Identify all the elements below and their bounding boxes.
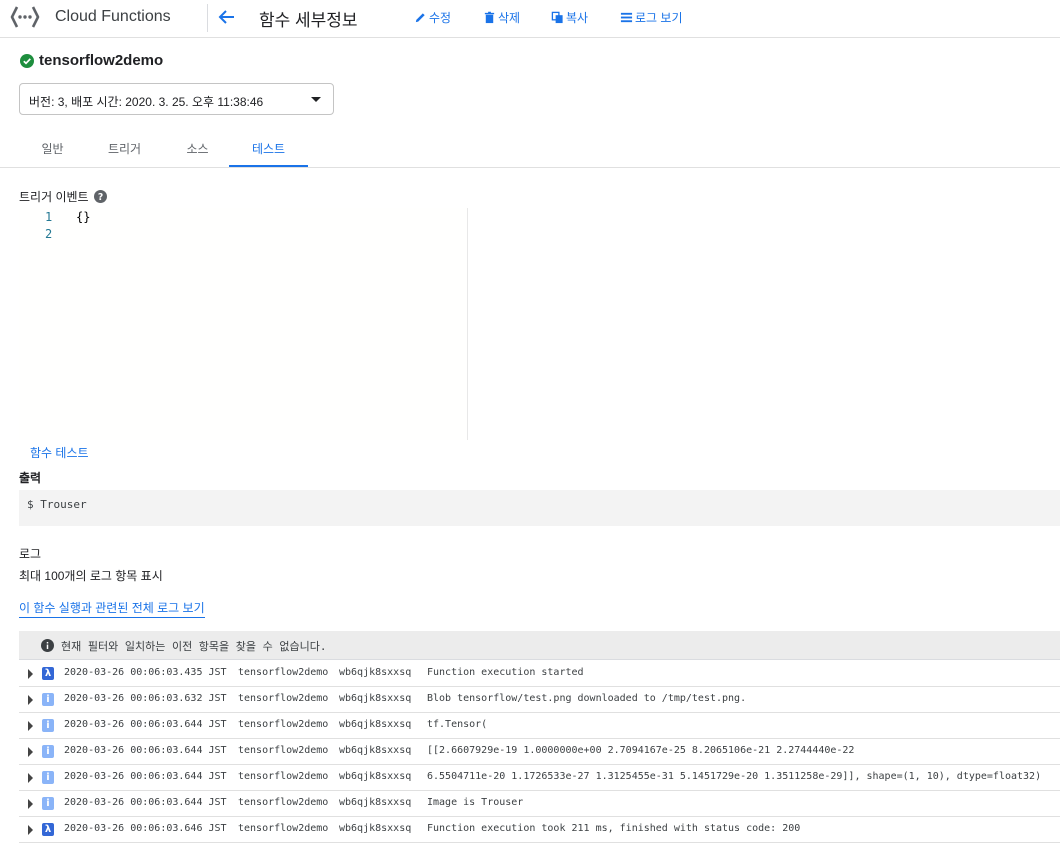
- log-execution-id: wb6qjk8sxxsq: [339, 719, 412, 730]
- log-execution-id: wb6qjk8sxxsq: [339, 745, 412, 756]
- log-row[interactable]: i 2020-03-26 00:06:03.644 JST tensorflow2d…: [19, 765, 1060, 791]
- output-text: $ Trouser: [27, 498, 87, 511]
- trigger-event-editor[interactable]: 1 2 {}: [19, 208, 468, 440]
- log-row[interactable]: i 2020-03-26 00:06:03.644 JST tensorflow2d…: [19, 713, 1060, 739]
- log-row[interactable]: λ 2020-03-26 00:06:03.435 JST tensorflow2d…: [19, 661, 1060, 687]
- log-panel: 현재 필터와 일치하는 이전 항목을 찾을 수 없습니다. λ 2020-03-2…: [19, 631, 1060, 844]
- log-execution-id: wb6qjk8sxxsq: [339, 797, 412, 808]
- line-number: 1: [45, 210, 53, 224]
- info-severity-icon: i: [42, 797, 54, 810]
- pencil-icon: [415, 12, 425, 22]
- copy-button-label: 복사: [566, 10, 589, 25]
- expand-arrow-icon[interactable]: [28, 669, 33, 679]
- log-message: [[2.6607929e-19 1.0000000e+00 2.7094167e…: [427, 745, 855, 756]
- trigger-event-label: 트리거 이벤트: [19, 190, 89, 204]
- tab-general[interactable]: 일반: [20, 133, 85, 167]
- log-timestamp: 2020-03-26 00:06:03.646 JST: [64, 823, 227, 834]
- check-circle-icon: [20, 53, 34, 68]
- log-row[interactable]: i 2020-03-26 00:06:03.632 JST tensorflow2d…: [19, 687, 1060, 713]
- log-notice-text: 현재 필터와 일치하는 이전 항목을 찾을 수 없습니다.: [61, 640, 327, 653]
- expand-arrow-icon[interactable]: [28, 721, 33, 731]
- log-message: 6.5504711e-20 1.1726533e-27 1.3125455e-3…: [427, 771, 1042, 782]
- tab-test[interactable]: 테스트: [229, 133, 308, 167]
- caret-down-icon: [311, 97, 321, 102]
- log-timestamp: 2020-03-26 00:06:03.644 JST: [64, 797, 227, 808]
- lambda-severity-icon: λ: [42, 667, 54, 680]
- line-number: 2: [45, 227, 53, 241]
- info-severity-icon: i: [42, 719, 54, 732]
- help-icon[interactable]: ?: [93, 190, 107, 203]
- log-message: Image is Trouser: [427, 797, 524, 808]
- back-arrow-icon[interactable]: [214, 4, 240, 30]
- list-icon: [620, 12, 633, 22]
- log-function-name: tensorflow2demo: [238, 719, 329, 730]
- expand-arrow-icon[interactable]: [28, 773, 33, 783]
- log-message: tf.Tensor(: [427, 719, 488, 730]
- info-severity-icon: i: [42, 771, 54, 784]
- log-function-name: tensorflow2demo: [238, 693, 329, 704]
- log-function-name: tensorflow2demo: [238, 823, 329, 834]
- output-label: 출력: [19, 471, 42, 485]
- log-timestamp: 2020-03-26 00:06:03.644 JST: [64, 719, 227, 730]
- log-timestamp: 2020-03-26 00:06:03.644 JST: [64, 745, 227, 756]
- page-title: 함수 세부정보: [259, 11, 358, 30]
- view-logs-button[interactable]: 로그 보기: [620, 8, 683, 26]
- version-select[interactable]: 버전: 3, 배포 시간: 2020. 3. 25. 오후 11:38:46: [19, 83, 334, 115]
- log-message: Blob tensorflow/test.png downloaded to /…: [427, 693, 747, 704]
- expand-arrow-icon[interactable]: [28, 799, 33, 809]
- delete-button-label: 삭제: [498, 10, 521, 25]
- log-execution-id: wb6qjk8sxxsq: [339, 771, 412, 782]
- tab-source[interactable]: 소스: [165, 133, 230, 167]
- svg-text:?: ?: [97, 192, 102, 203]
- log-row[interactable]: i 2020-03-26 00:06:03.644 JST tensorflow2d…: [19, 739, 1060, 765]
- info-severity-icon: i: [42, 693, 54, 706]
- expand-arrow-icon[interactable]: [28, 825, 33, 835]
- function-name-row: tensorflow2demo: [20, 52, 163, 69]
- copy-button[interactable]: 복사: [551, 8, 588, 26]
- tab-bar: 일반 트리거 소스 테스트: [0, 133, 1060, 168]
- log-timestamp: 2020-03-26 00:06:03.435 JST: [64, 667, 227, 678]
- cloud-functions-logo[interactable]: [10, 4, 40, 30]
- info-severity-icon: i: [42, 745, 54, 758]
- log-timestamp: 2020-03-26 00:06:03.644 JST: [64, 771, 227, 782]
- log-row[interactable]: λ 2020-03-26 00:06:03.646 JST tensorflow2d…: [19, 817, 1060, 843]
- edit-button-label: 수정: [429, 10, 452, 25]
- info-icon: [41, 639, 54, 652]
- view-all-logs-link[interactable]: 이 함수 실행과 관련된 전체 로그 보기: [19, 599, 205, 618]
- logs-subtitle: 최대 100개의 로그 항목 표시: [19, 569, 163, 583]
- function-name: tensorflow2demo: [39, 52, 164, 69]
- log-timestamp: 2020-03-26 00:06:03.632 JST: [64, 693, 227, 704]
- version-select-value: 버전: 3, 배포 시간: 2020. 3. 25. 오후 11:38:46: [29, 95, 264, 109]
- log-function-name: tensorflow2demo: [238, 797, 329, 808]
- expand-arrow-icon[interactable]: [28, 695, 33, 705]
- log-execution-id: wb6qjk8sxxsq: [339, 823, 412, 834]
- product-name: Cloud Functions: [55, 8, 171, 25]
- tab-trigger[interactable]: 트리거: [92, 133, 157, 167]
- log-execution-id: wb6qjk8sxxsq: [339, 693, 412, 704]
- expand-arrow-icon[interactable]: [28, 747, 33, 757]
- lambda-severity-icon: λ: [42, 823, 54, 836]
- app-header: Cloud Functions 함수 세부정보 수정 삭제 복사 로그 보기: [0, 0, 1060, 38]
- trash-icon: [484, 11, 495, 23]
- logs-label: 로그: [19, 547, 42, 561]
- log-function-name: tensorflow2demo: [238, 745, 329, 756]
- log-message: Function execution started: [427, 667, 584, 678]
- output-box: $ Trouser: [19, 490, 1060, 526]
- log-message: Function execution took 211 ms, finished…: [427, 823, 801, 834]
- copy-icon: [551, 11, 563, 23]
- log-function-name: tensorflow2demo: [238, 667, 329, 678]
- header-divider: [207, 4, 208, 32]
- log-notice: 현재 필터와 일치하는 이전 항목을 찾을 수 없습니다.: [19, 631, 1060, 660]
- log-execution-id: wb6qjk8sxxsq: [339, 667, 412, 678]
- edit-button[interactable]: 수정: [414, 8, 451, 26]
- log-row[interactable]: i 2020-03-26 00:06:03.644 JST tensorflow2d…: [19, 791, 1060, 817]
- test-function-button[interactable]: 함수 테스트: [30, 444, 89, 461]
- trigger-event-label-row: 트리거 이벤트 ?: [19, 188, 107, 205]
- log-function-name: tensorflow2demo: [238, 771, 329, 782]
- view-logs-button-label: 로그 보기: [635, 10, 683, 25]
- code-line: {}: [76, 210, 91, 224]
- delete-button[interactable]: 삭제: [483, 8, 520, 26]
